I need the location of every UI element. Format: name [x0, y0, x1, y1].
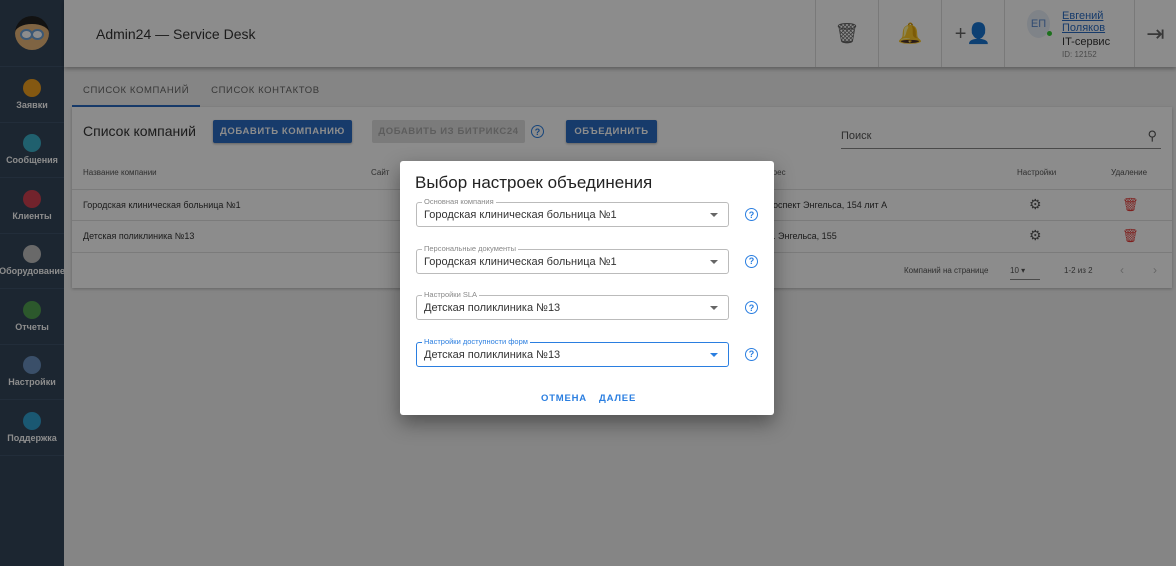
cancel-button[interactable]: ОТМЕНА: [541, 393, 587, 404]
field-value: Детская поликлиника №13: [424, 348, 561, 361]
select-field-1[interactable]: Персональные документы Городская клиничес…: [416, 243, 729, 274]
field-value: Детская поликлиника №13: [424, 302, 561, 314]
field-label: Настройки доступности форм: [422, 336, 530, 346]
help-icon[interactable]: ?: [745, 301, 758, 314]
field-label: Настройки SLA: [422, 290, 480, 299]
dialog-title: Выбор настроек объединения: [415, 173, 653, 192]
field-value: Городская клиническая больница №1: [424, 255, 617, 268]
next-button[interactable]: ДАЛЕЕ: [599, 393, 636, 404]
select-field-0[interactable]: Основная компания Городская клиническая б…: [416, 197, 729, 227]
chevron-down-icon: [710, 352, 718, 357]
field-value: Городская клиническая больница №1: [424, 209, 617, 221]
chevron-down-icon: [710, 306, 718, 310]
help-icon[interactable]: ?: [745, 254, 758, 268]
chevron-down-icon: [710, 259, 718, 264]
help-icon[interactable]: ?: [745, 208, 758, 221]
select-field-2[interactable]: Настройки SLA Детская поликлиника №13: [416, 290, 729, 320]
merge-settings-dialog: Выбор настроек объединения Основная комп…: [400, 161, 774, 415]
chevron-down-icon: [710, 213, 718, 217]
field-label: Основная компания: [422, 197, 496, 206]
select-field-3[interactable]: Настройки доступности форм Детская поликл…: [416, 336, 729, 367]
field-label: Персональные документы: [422, 243, 518, 253]
help-icon[interactable]: ?: [745, 347, 758, 361]
